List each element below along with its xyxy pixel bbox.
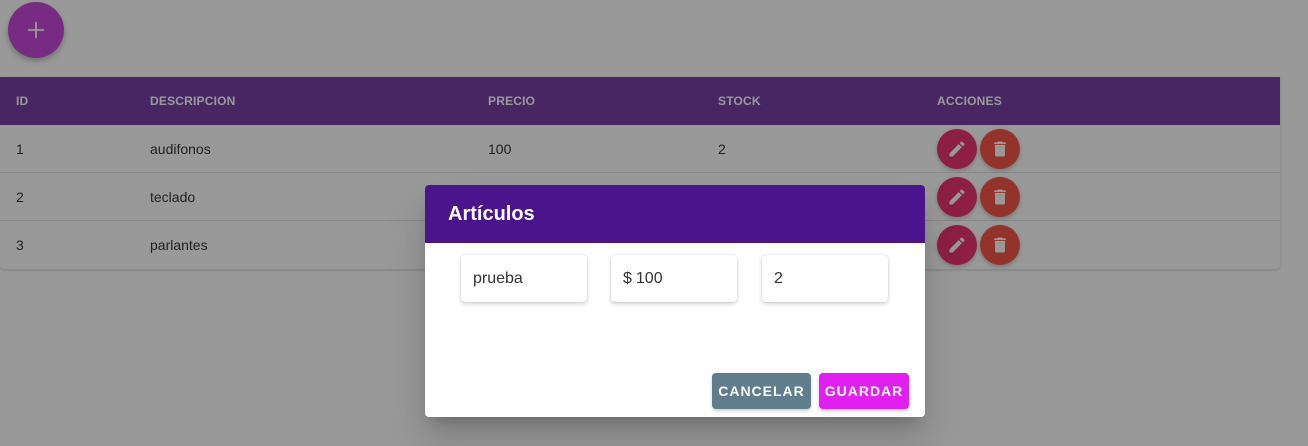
stock-input[interactable]: [774, 269, 888, 288]
article-dialog: Artículos $ CANCELAR GUARDAR: [425, 185, 925, 417]
precio-field[interactable]: $: [611, 255, 737, 302]
dialog-header: Artículos: [425, 185, 925, 243]
dialog-title: Artículos: [448, 202, 535, 225]
stock-field[interactable]: [762, 255, 888, 302]
descripcion-field[interactable]: [461, 255, 587, 302]
cancel-button[interactable]: CANCELAR: [712, 373, 811, 409]
currency-prefix: $: [623, 269, 632, 287]
descripcion-input[interactable]: [473, 269, 587, 288]
precio-input[interactable]: [635, 269, 737, 288]
save-button[interactable]: GUARDAR: [819, 373, 909, 409]
